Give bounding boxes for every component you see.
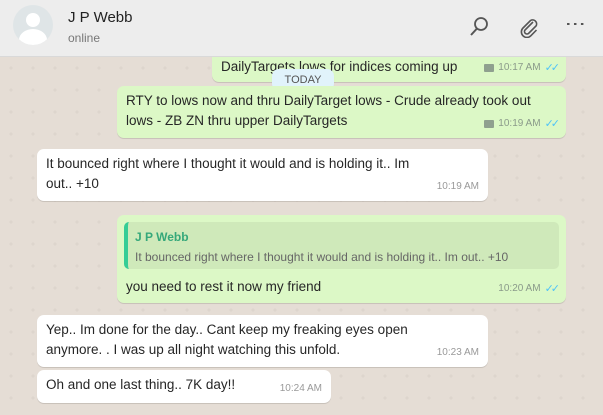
avatar-body bbox=[19, 29, 47, 45]
avatar-head bbox=[26, 13, 40, 27]
message-time: 10:20 AM bbox=[498, 283, 541, 294]
message-list[interactable]: DailyTargets lows for indices coming up … bbox=[0, 57, 603, 415]
search-icon[interactable] bbox=[468, 16, 490, 38]
message-bubble[interactable]: DailyTargets lows for indices coming up … bbox=[212, 57, 566, 82]
message-time: 10:17 AM bbox=[498, 62, 541, 73]
contact-status: online bbox=[68, 31, 101, 45]
message-bubble[interactable]: J P Webb It bounced right where I though… bbox=[117, 215, 566, 303]
read-ticks-icon: ✓✓ bbox=[544, 118, 561, 130]
quoted-message[interactable]: J P Webb It bounced right where I though… bbox=[124, 222, 559, 269]
message-bubble[interactable]: Oh and one last thing.. 7K day!! 10:24 A… bbox=[37, 370, 331, 403]
message-meta: 10:23 AM bbox=[437, 343, 479, 363]
menu-icon[interactable]: ⋮ bbox=[564, 13, 588, 35]
contact-name[interactable]: J P Webb bbox=[68, 9, 132, 26]
chat-header: J P Webb online ⋮ bbox=[0, 0, 603, 57]
avatar[interactable] bbox=[13, 5, 53, 45]
quoted-text: It bounced right where I thought it woul… bbox=[135, 250, 509, 264]
read-ticks-icon: ✓✓ bbox=[544, 62, 561, 74]
read-ticks-icon: ✓✓ bbox=[544, 283, 561, 295]
message-text: Yep.. Im done for the day.. Cant keep my… bbox=[46, 322, 408, 357]
message-meta: 10:24 AM bbox=[280, 379, 322, 399]
flag-icon bbox=[484, 64, 495, 72]
message-text: It bounced right where I thought it woul… bbox=[46, 156, 410, 191]
message-meta: 10:20 AM ✓✓ bbox=[498, 279, 561, 299]
message-meta: 10:19 AM ✓✓ bbox=[484, 114, 561, 134]
paperclip-icon[interactable] bbox=[518, 16, 540, 39]
message-time: 10:24 AM bbox=[279, 383, 322, 394]
message-time: 10:23 AM bbox=[436, 347, 479, 358]
message-time: 10:19 AM bbox=[498, 118, 541, 129]
quoted-author: J P Webb bbox=[135, 230, 189, 244]
message-bubble[interactable]: Yep.. Im done for the day.. Cant keep my… bbox=[37, 315, 488, 367]
message-time: 10:19 AM bbox=[436, 181, 479, 192]
message-meta: 10:17 AM ✓✓ bbox=[484, 58, 561, 78]
message-bubble[interactable]: RTY to lows now and thru DailyTarget low… bbox=[117, 86, 566, 138]
message-text: you need to rest it now my friend bbox=[126, 279, 322, 294]
message-meta: 10:19 AM bbox=[437, 177, 479, 197]
flag-icon bbox=[484, 120, 495, 128]
message-bubble[interactable]: It bounced right where I thought it woul… bbox=[37, 149, 488, 201]
